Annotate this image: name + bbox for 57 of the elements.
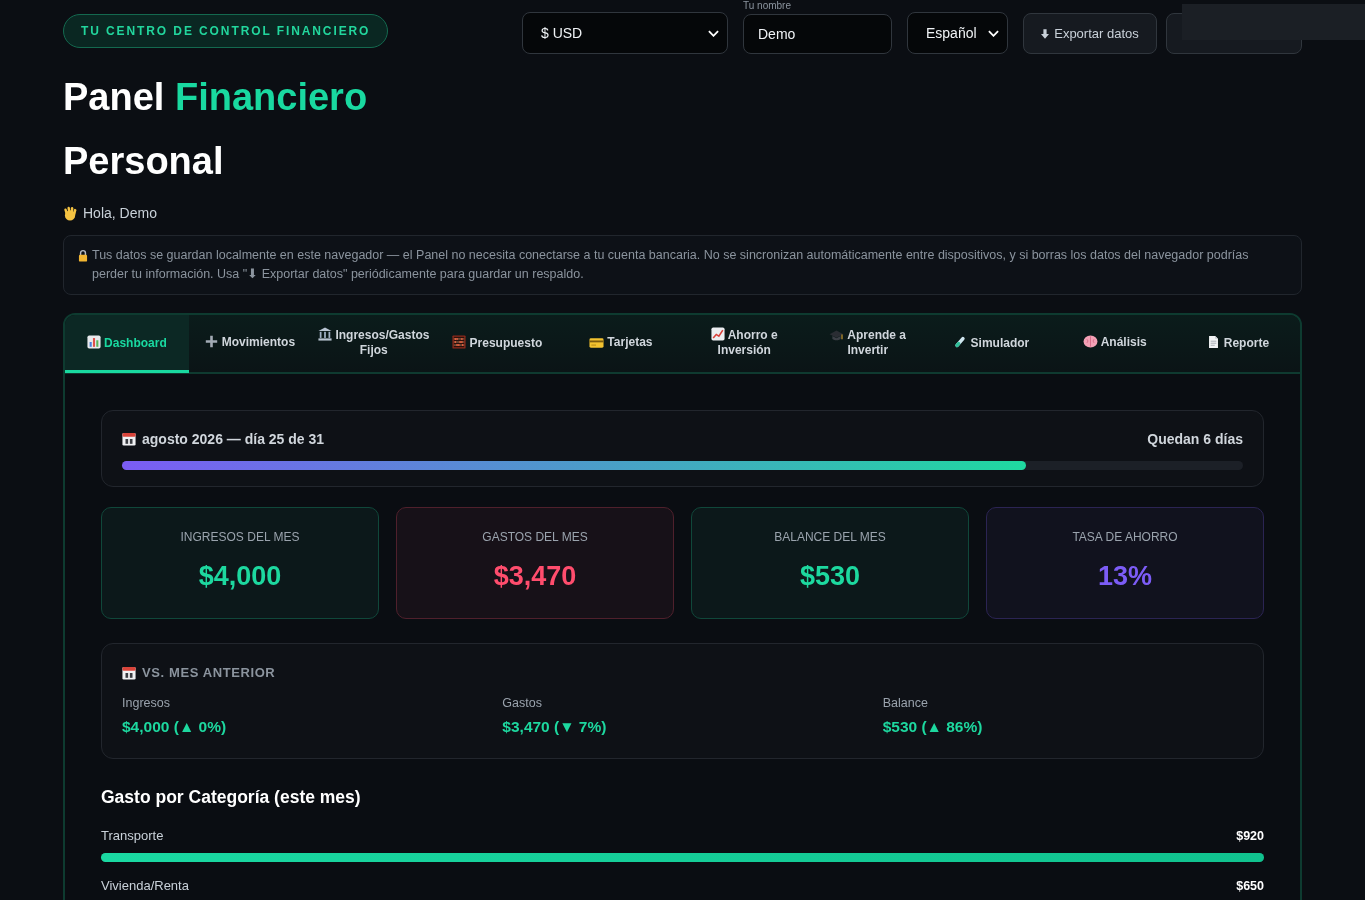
comparison-title: VS. MES ANTERIOR [142, 665, 276, 681]
bar-chart-icon [86, 334, 101, 349]
tab[interactable]: Simulador [929, 315, 1053, 373]
tab[interactable]: Movimientos [188, 315, 312, 373]
tab[interactable]: Ingresos/Gastos Fijos [312, 315, 436, 373]
comparison-value: $530 (▲ 86%) [882, 717, 984, 737]
graduation-cap-icon [829, 329, 845, 341]
month-label: agosto 2026 — día 25 de 31 [142, 430, 325, 448]
page-title: Panel Financiero Personal [63, 75, 369, 184]
header-badge: TU CENTRO DE CONTROL FINANCIERO [63, 14, 389, 48]
comparison-label: Balance [882, 696, 929, 711]
stat-label: GASTOS DEL MES [481, 530, 589, 545]
section-title: Gasto por Categoría (este mes) [101, 786, 362, 808]
line-chart-icon [710, 327, 725, 341]
abacus-icon [452, 334, 467, 349]
language-select[interactable]: Español [907, 12, 1008, 54]
document-icon [1207, 334, 1221, 349]
download-icon [1041, 28, 1050, 39]
lock-icon [78, 249, 88, 262]
tab[interactable]: Tarjetas [559, 315, 683, 373]
brain-icon [1082, 335, 1098, 348]
stat-label: BALANCE DEL MES [773, 530, 887, 545]
tab[interactable]: Ahorro e Inversión [682, 315, 806, 373]
comparison-value: $4,000 (▲ 0%) [122, 717, 228, 737]
calendar-icon [122, 666, 136, 680]
comparison-value: $3,470 (▼ 7%) [502, 717, 608, 737]
category-name: Transporte [101, 828, 164, 844]
comparison-label: Gastos [502, 696, 543, 711]
category-amount: $920 [1236, 828, 1264, 844]
stat-value: $4,000 [197, 560, 283, 592]
comparison-label: Ingresos [122, 696, 171, 711]
chevron-down-icon [708, 29, 719, 37]
plus-icon [205, 335, 219, 348]
stat-value: $530 [798, 560, 862, 592]
stat-value: $3,470 [492, 560, 578, 592]
greeting-text: Hola, Demo [83, 204, 157, 222]
stat-label: INGRESOS DEL MES [179, 530, 301, 545]
tab[interactable]: Dashboard [65, 315, 189, 373]
days-remaining: Quedan 6 días [1147, 430, 1243, 448]
tab[interactable]: Aprende a Invertir [806, 315, 930, 373]
name-field[interactable]: Demo [743, 14, 892, 54]
credit-card-icon [589, 338, 604, 348]
tab[interactable]: Análisis [1053, 315, 1177, 373]
chevron-down-icon [988, 29, 999, 37]
category-name: Vivienda/Renta [101, 878, 189, 894]
notice-text: Tus datos se guardan localmente en este navegador — el Panel no necesita conectarse a tu cuenta bancaria. No se sincronizan automáticamente entre dispositivos, y si borras los datos del navegador podrías perder tu información. Usa "⬇ Exportar datos" periódicamente para guardar un respaldo. [92, 247, 1250, 283]
tab[interactable]: Presupuesto [435, 315, 559, 373]
bank-icon [318, 327, 333, 341]
field-label: Tu nombre [743, 0, 792, 12]
category-amount: $650 [1236, 878, 1264, 894]
export-button[interactable]: Exportar datos [1023, 13, 1157, 54]
stat-value: 13% [1096, 560, 1153, 592]
hand-icon [63, 205, 78, 221]
currency-select[interactable]: $ USD [522, 12, 728, 54]
calendar-icon [122, 432, 136, 446]
tab[interactable]: Reporte [1176, 315, 1300, 373]
stat-label: TASA DE AHORRO [1071, 530, 1179, 545]
